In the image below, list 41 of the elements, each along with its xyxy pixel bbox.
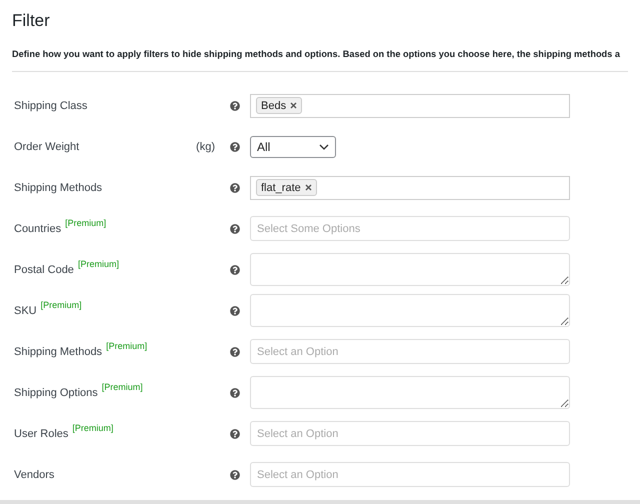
unit-label: (kg) xyxy=(196,140,215,155)
select-field[interactable]: Select an Option xyxy=(250,339,570,364)
help-icon[interactable] xyxy=(230,224,240,234)
help-icon[interactable] xyxy=(230,142,240,152)
remove-tag-icon[interactable] xyxy=(304,184,312,192)
select-field[interactable]: Select an Option xyxy=(250,421,570,446)
premium-label: [Premium] xyxy=(40,298,82,312)
premium-label: [Premium] xyxy=(65,216,106,230)
help-icon[interactable] xyxy=(230,428,240,439)
tag-field[interactable]: flat_rate xyxy=(250,176,570,200)
tag-field[interactable]: Beds xyxy=(250,94,570,118)
tag-label: flat_rate xyxy=(261,180,301,196)
premium-label: [Premium] xyxy=(78,258,119,271)
select-field[interactable]: Select Some Options xyxy=(250,216,570,242)
field-label: Shipping Methods xyxy=(14,180,102,196)
help-icon[interactable] xyxy=(230,470,240,480)
tag-label: Beds xyxy=(261,98,286,114)
field-label: Shipping Class xyxy=(14,98,88,114)
help-icon[interactable] xyxy=(230,182,240,193)
field-label: Postal Code xyxy=(14,262,74,278)
field-label: Countries xyxy=(14,222,62,237)
help-icon[interactable] xyxy=(230,264,240,275)
help-icon[interactable] xyxy=(230,346,240,357)
field-label: Order Weight xyxy=(14,140,80,155)
help-icon[interactable] xyxy=(230,306,240,316)
chevron-down-icon xyxy=(319,144,329,150)
help-icon[interactable] xyxy=(230,388,240,398)
select-field[interactable]: Select an Option xyxy=(250,462,570,488)
premium-label: [Premium] xyxy=(72,422,114,435)
weight-select[interactable]: All xyxy=(250,136,336,158)
field-label: Vendors xyxy=(14,468,54,483)
page-title: Filter xyxy=(12,10,51,32)
description-text: Define how you want to apply filters to hide shipping methods and options. Based on the options you choose here, the shipping methods a xyxy=(12,48,621,61)
field-label: Shipping Methods xyxy=(14,344,102,360)
remove-tag-icon[interactable] xyxy=(290,102,298,110)
premium-label: [Premium] xyxy=(102,380,143,394)
field-label: User Roles xyxy=(14,426,68,442)
field-label: Shipping Options xyxy=(14,386,98,401)
field-label: SKU xyxy=(14,304,37,319)
premium-label: [Premium] xyxy=(106,340,148,353)
help-icon[interactable] xyxy=(230,100,240,111)
